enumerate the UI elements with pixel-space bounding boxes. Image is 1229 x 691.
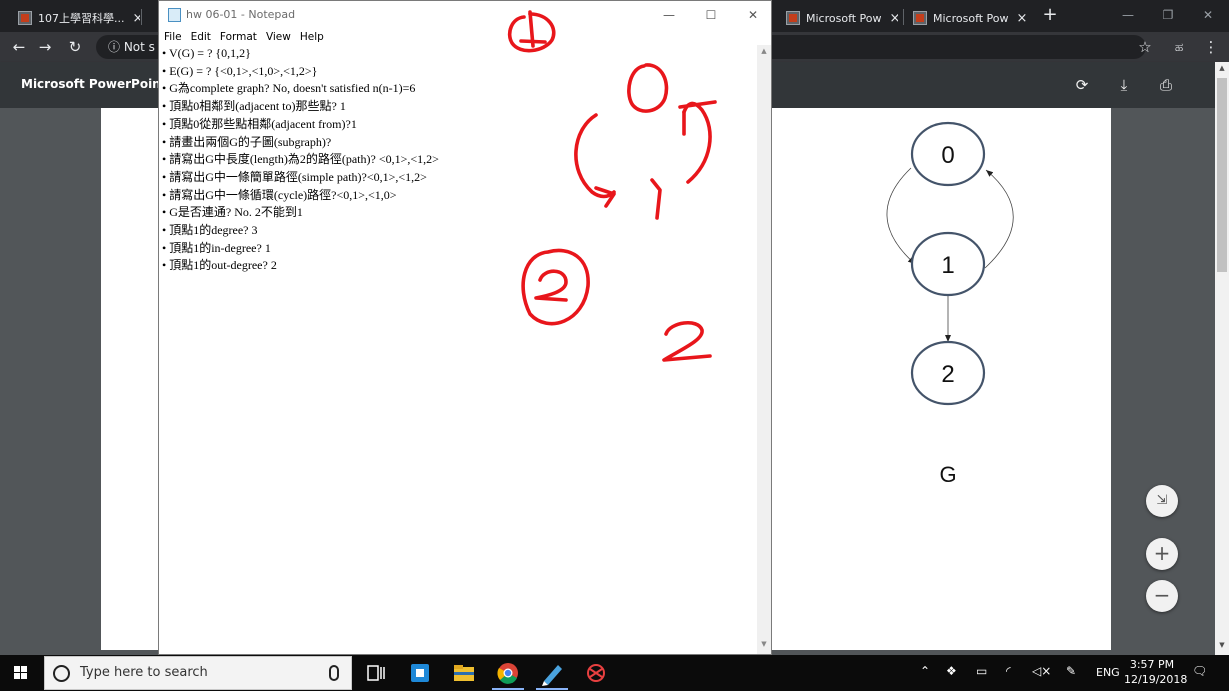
close-tab-icon[interactable]: × bbox=[1017, 11, 1028, 26]
text-line: • 請寫出G中一條循環(cycle)路徑?<0,1>,<1,0> bbox=[162, 187, 397, 202]
page-scroll-thumb[interactable] bbox=[1217, 78, 1227, 272]
fit-page-icon[interactable]: ⇲ bbox=[1146, 485, 1178, 517]
menu-help[interactable]: Help bbox=[295, 30, 328, 45]
tab-divider bbox=[903, 9, 904, 25]
clock-date: 12/19/2018 bbox=[1124, 673, 1188, 686]
notepad-window: hw 06-01 - Notepad — ☐ ✕ File Edit Forma… bbox=[158, 0, 772, 655]
back-icon[interactable]: ← bbox=[8, 37, 30, 57]
pen-workspace-icon[interactable]: ✎ bbox=[1066, 664, 1076, 678]
close-tab-icon[interactable]: × bbox=[890, 11, 898, 26]
text-line: • 請寫出G中一條簡單路徑(simple path)?<0,1>,<1,2> bbox=[162, 169, 427, 184]
close-tab-icon[interactable]: × bbox=[133, 11, 141, 26]
notepad-icon bbox=[168, 8, 181, 22]
notepad-titlebar[interactable]: hw 06-01 - Notepad — ☐ ✕ bbox=[159, 1, 771, 30]
tab-label: 107上學習科學... bbox=[38, 12, 125, 25]
close-window-icon[interactable]: ✕ bbox=[1185, 4, 1229, 26]
scroll-up-arrow-icon[interactable]: ▲ bbox=[757, 47, 771, 59]
menu-edit[interactable]: Edit bbox=[186, 30, 215, 45]
chrome-icon[interactable] bbox=[488, 659, 528, 690]
battery-icon[interactable]: ▭ bbox=[976, 664, 987, 678]
text-line: • G是否連通? No. 2不能到1 bbox=[162, 205, 303, 220]
system-clock[interactable]: 3:57 PM 12/19/2018 bbox=[1124, 657, 1188, 687]
scroll-down-arrow-icon[interactable]: ▼ bbox=[757, 640, 771, 652]
clock-time: 3:57 PM bbox=[1129, 658, 1175, 671]
edge-1-0 bbox=[984, 169, 1014, 269]
menu-dots-icon[interactable]: ⋮ bbox=[1200, 37, 1222, 57]
wifi-icon[interactable]: ◜ bbox=[1006, 664, 1011, 678]
text-line: • 頂點0相鄰到(adjacent to)那些點? 1 bbox=[162, 99, 346, 114]
taskbar-search-box[interactable]: Type here to search bbox=[44, 656, 352, 690]
search-placeholder: Type here to search bbox=[80, 665, 208, 680]
extension-icon[interactable]: ಹ bbox=[1168, 37, 1190, 57]
tab-divider bbox=[141, 9, 142, 25]
cortana-icon bbox=[53, 665, 70, 682]
notepad-menubar: File Edit Format View Help bbox=[159, 30, 771, 45]
windows-start-icon[interactable] bbox=[0, 655, 42, 691]
dropbox-icon[interactable]: ❖ bbox=[946, 664, 957, 678]
info-icon[interactable]: ⓘ bbox=[108, 40, 124, 54]
menu-format[interactable]: Format bbox=[215, 30, 261, 45]
text-line: • 頂點1的degree? 3 bbox=[162, 223, 258, 238]
browser-tab-1[interactable]: 107上學習科學... × bbox=[10, 4, 140, 32]
zoom-in-button[interactable]: + bbox=[1146, 538, 1178, 570]
new-tab-button[interactable]: + bbox=[1040, 4, 1060, 28]
pen-app-icon[interactable] bbox=[532, 659, 572, 690]
security-label: Not s bbox=[123, 40, 155, 54]
show-hidden-icons-icon[interactable]: ⌃ bbox=[920, 664, 930, 678]
bookmark-star-icon[interactable]: ☆ bbox=[1134, 37, 1156, 57]
notepad-scrollbar[interactable]: ▲ ▼ bbox=[757, 45, 771, 654]
volume-muted-icon[interactable]: ◁× bbox=[1032, 664, 1051, 678]
rotate-icon[interactable]: ⟳ bbox=[1072, 75, 1092, 95]
active-indicator bbox=[492, 688, 524, 690]
browser-tab-3[interactable]: Microsoft Pow × bbox=[905, 4, 1030, 32]
paint-app-icon[interactable] bbox=[576, 659, 616, 687]
notepad-title: hw 06-01 - Notepad bbox=[186, 8, 296, 21]
browser-tab-2[interactable]: Microsoft Pow × bbox=[778, 4, 898, 32]
task-view-icon[interactable] bbox=[356, 659, 396, 687]
microphone-icon[interactable] bbox=[329, 665, 339, 681]
zoom-out-button[interactable]: − bbox=[1146, 580, 1178, 612]
node-2-label: 2 bbox=[941, 361, 954, 388]
download-icon[interactable]: ⤓ bbox=[1114, 75, 1134, 95]
text-line: • 頂點1的out-degree? 2 bbox=[162, 258, 277, 273]
forward-icon[interactable]: → bbox=[34, 37, 56, 57]
windows-taskbar: Type here to search ⌃ ❖ ▭ ◜ ◁× ✎ ENG 3:5… bbox=[0, 655, 1229, 691]
powerpoint-icon bbox=[913, 11, 927, 25]
edge-0-1 bbox=[886, 167, 916, 265]
text-line: • 頂點0從那些點相鄰(adjacent from)?1 bbox=[162, 116, 357, 131]
scroll-up-arrow-icon[interactable]: ▲ bbox=[1215, 64, 1229, 76]
input-language[interactable]: ENG bbox=[1096, 666, 1120, 679]
text-line: • E(G) = ? {<0,1>,<1,0>,<1,2>} bbox=[162, 63, 318, 78]
tab-label: Microsoft Pow bbox=[806, 11, 882, 25]
notepad-minimize-icon[interactable]: — bbox=[655, 5, 683, 25]
text-line: • G為complete graph? No, doesn't satisfie… bbox=[162, 81, 416, 96]
file-explorer-icon[interactable] bbox=[444, 659, 484, 687]
node-0-label: 0 bbox=[941, 142, 954, 169]
powerpoint-icon bbox=[18, 11, 32, 25]
notepad-close-icon[interactable]: ✕ bbox=[739, 5, 767, 25]
active-indicator bbox=[536, 688, 568, 690]
text-line: • 請畫出兩個G的子圖(subgraph)? bbox=[162, 134, 332, 149]
graph-caption: G bbox=[939, 462, 956, 487]
node-1-label: 1 bbox=[941, 252, 954, 279]
tab-label: Microsoft Pow bbox=[933, 11, 1009, 25]
reload-icon[interactable]: ↻ bbox=[64, 37, 86, 57]
notepad-maximize-icon[interactable]: ☐ bbox=[697, 5, 725, 25]
text-line: • 請寫出G中長度(length)為2的路徑(path)? <0,1>,<1,2… bbox=[162, 152, 439, 167]
menu-file[interactable]: File bbox=[159, 30, 186, 45]
print-icon[interactable]: ⎙ bbox=[1156, 75, 1176, 95]
text-line: • V(G) = ? {0,1,2} bbox=[162, 46, 251, 60]
notepad-text-area[interactable]: • V(G) = ? {0,1,2} • E(G) = ? {<0,1>,<1,… bbox=[162, 45, 758, 653]
store-app-icon[interactable] bbox=[400, 659, 440, 687]
text-line: • 頂點1的in-degree? 1 bbox=[162, 240, 271, 255]
notifications-icon[interactable]: 🗨 bbox=[1192, 664, 1207, 678]
powerpoint-icon bbox=[786, 11, 800, 25]
scroll-down-arrow-icon[interactable]: ▼ bbox=[1215, 641, 1229, 653]
menu-view[interactable]: View bbox=[261, 30, 295, 45]
